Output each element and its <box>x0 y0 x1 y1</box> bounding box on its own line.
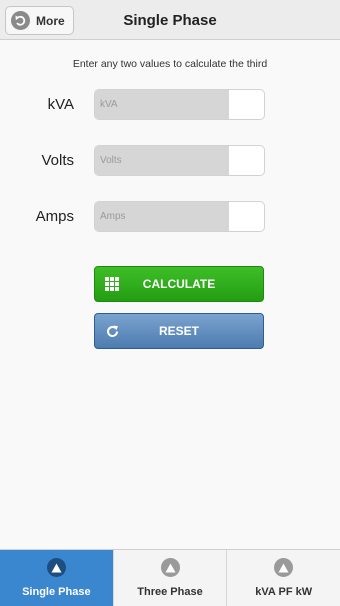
page-title: Single Phase <box>123 12 217 29</box>
tab-single-phase[interactable]: Single Phase <box>0 550 114 606</box>
calculator-grid-icon <box>104 276 120 292</box>
amps-field-wrapper <box>94 201 265 232</box>
triangle-icon <box>46 558 66 577</box>
amps-row: Amps <box>0 201 340 233</box>
tab-label: kVA PF kW <box>255 586 313 598</box>
tab-kva-pf-kw[interactable]: kVA PF kW <box>227 550 340 606</box>
triangle-icon <box>160 558 180 577</box>
kva-input[interactable] <box>95 90 229 119</box>
reset-button[interactable]: RESET <box>94 313 264 349</box>
bottom-tab-bar: Single Phase Three Phase kVA PF kW <box>0 549 340 606</box>
kva-label: kVA <box>47 96 74 113</box>
volts-input[interactable] <box>95 146 229 175</box>
calculate-button-label: CALCULATE <box>142 277 216 291</box>
amps-input[interactable] <box>95 202 229 231</box>
reset-button-label: RESET <box>158 324 199 338</box>
refresh-icon <box>104 323 120 339</box>
tab-three-phase[interactable]: Three Phase <box>114 550 228 606</box>
volts-field-wrapper <box>94 145 265 176</box>
instructions-text: Enter any two values to calculate the th… <box>72 58 268 70</box>
top-bar: More Single Phase <box>0 0 340 40</box>
calculate-button[interactable]: CALCULATE <box>94 266 264 302</box>
tab-label: Three Phase <box>137 586 203 598</box>
volts-row: Volts <box>0 145 340 177</box>
volts-label: Volts <box>41 152 74 169</box>
kva-field-wrapper <box>94 89 265 120</box>
tab-label: Single Phase <box>22 586 91 598</box>
amps-label: Amps <box>35 208 74 225</box>
kva-row: kVA <box>0 89 340 121</box>
triangle-icon <box>274 558 294 577</box>
